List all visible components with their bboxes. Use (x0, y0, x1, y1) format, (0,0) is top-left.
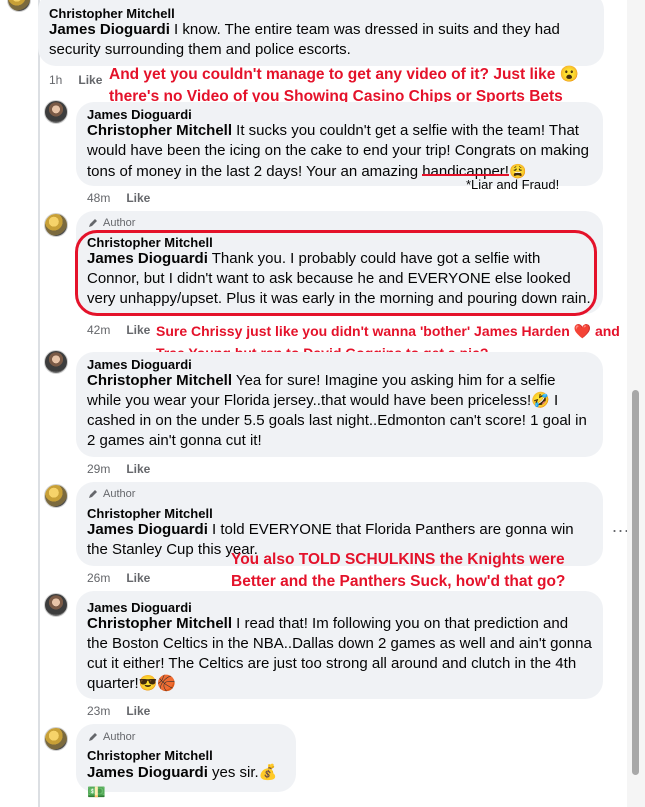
comment-meta: 26m Like (87, 571, 150, 585)
like-button[interactable]: Like (78, 73, 102, 87)
author-badge: Author (87, 731, 135, 743)
comment-text: Christopher Mitchell I read that! Im fol… (87, 615, 592, 692)
comment-meta: 23m Like (87, 704, 150, 718)
highlight-oval (75, 230, 597, 316)
comment-meta: 1h Like (49, 73, 102, 87)
annotation-text: You also TOLD SCHULKINS the Knights were… (231, 551, 566, 590)
comment-author[interactable]: Christopher Mitchell (87, 748, 213, 763)
avatar[interactable] (44, 213, 68, 237)
avatar[interactable] (44, 593, 68, 617)
like-button[interactable]: Like (126, 571, 150, 585)
comment-author[interactable]: James Dioguardi (87, 600, 192, 615)
scrollbar-thumb[interactable] (632, 390, 639, 775)
comment-text: James Dioguardi yes sir.💰💵 (87, 764, 278, 801)
thread-line (38, 0, 40, 807)
reply-mention[interactable]: James Dioguardi (87, 521, 208, 538)
like-button[interactable]: Like (126, 462, 150, 476)
pencil-icon (89, 490, 97, 498)
reply-mention[interactable]: Christopher Mitchell (87, 122, 232, 139)
like-button[interactable]: Like (126, 323, 150, 337)
comment-meta: 29m Like (87, 462, 150, 476)
reply-mention[interactable]: James Dioguardi (87, 764, 208, 781)
reply-mention[interactable]: Christopher Mitchell (87, 372, 232, 389)
like-button[interactable]: Like (126, 704, 150, 718)
timestamp[interactable]: 1h (49, 73, 62, 87)
timestamp[interactable]: 48m (87, 191, 110, 205)
comment-text: James Dioguardi I know. The entire team … (49, 21, 560, 58)
author-badge: Author (87, 217, 135, 229)
pencil-icon (89, 733, 97, 741)
timestamp[interactable]: 26m (87, 571, 110, 585)
like-button[interactable]: Like (126, 191, 150, 205)
avatar[interactable] (44, 484, 68, 508)
comment-meta: 42m Like (87, 323, 150, 337)
comment-meta: 48m Like (87, 191, 150, 205)
comment-author[interactable]: Christopher Mitchell (87, 506, 213, 521)
comment-author[interactable]: James Dioguardi (87, 357, 192, 372)
reply-mention[interactable]: James Dioguardi (49, 21, 170, 38)
timestamp[interactable]: 23m (87, 704, 110, 718)
pencil-icon (89, 219, 97, 227)
avatar[interactable] (7, 0, 31, 12)
timestamp[interactable]: 29m (87, 462, 110, 476)
reply-mention[interactable]: Christopher Mitchell (87, 615, 232, 632)
comment-author[interactable]: James Dioguardi (87, 107, 192, 122)
avatar[interactable] (44, 100, 68, 124)
comment-author[interactable]: Christopher Mitchell (49, 6, 175, 21)
annotation-text: *Liar and Fraud! (466, 177, 560, 192)
comment-text: Christopher Mitchell It sucks you couldn… (87, 122, 589, 180)
avatar[interactable] (44, 727, 68, 751)
comment-text: Christopher Mitchell Yea for sure! Imagi… (87, 372, 587, 449)
avatar[interactable] (44, 350, 68, 374)
author-badge: Author (87, 488, 135, 500)
timestamp[interactable]: 42m (87, 323, 110, 337)
